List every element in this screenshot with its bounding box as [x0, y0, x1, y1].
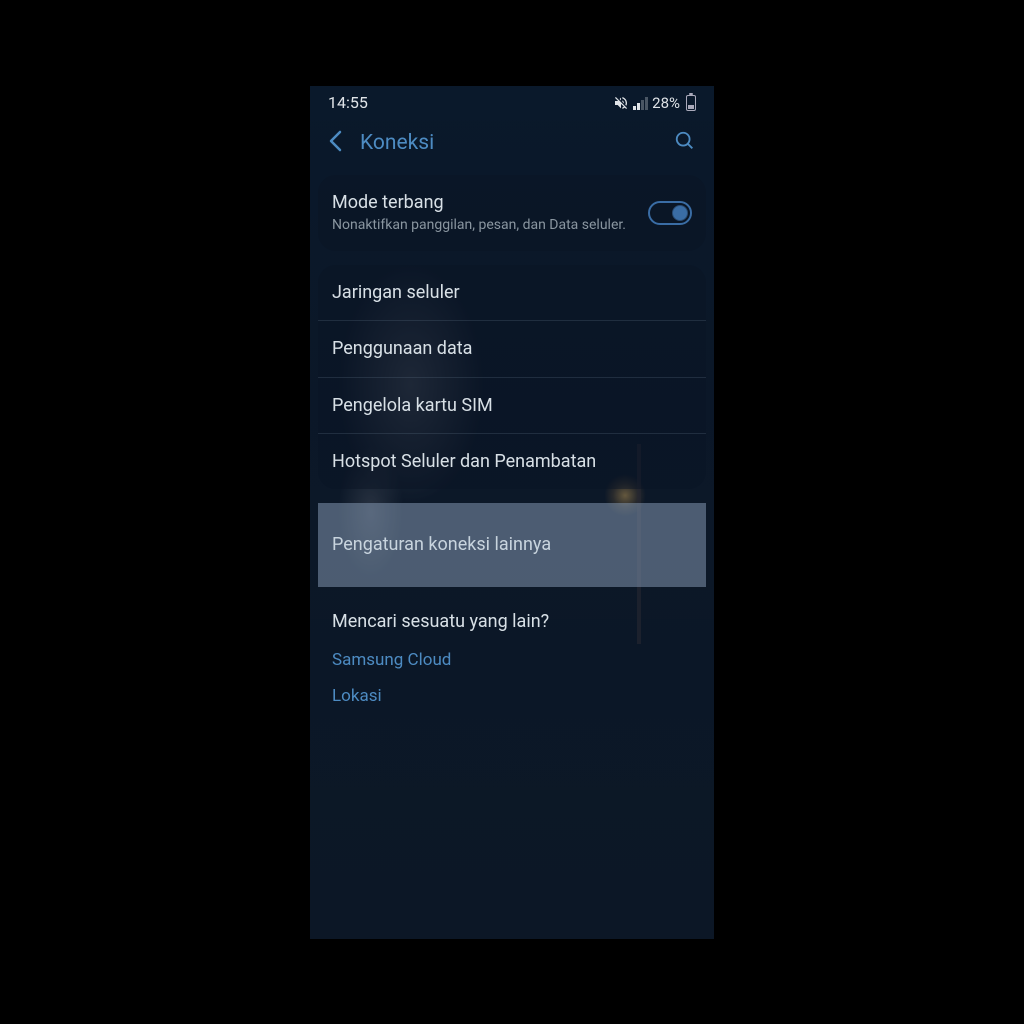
status-time: 14:55 [328, 93, 368, 112]
battery-icon [686, 95, 696, 111]
looking-for-section: Mencari sesuatu yang lain? Samsung Cloud… [310, 601, 714, 732]
looking-for-heading: Mencari sesuatu yang lain? [332, 611, 692, 632]
mute-icon [613, 95, 629, 111]
more-connection-settings-row[interactable]: Pengaturan koneksi lainnya [318, 503, 706, 586]
app-header: Koneksi [310, 116, 714, 175]
row-label: Pengelola kartu SIM [332, 394, 692, 417]
toggle-knob [672, 205, 688, 221]
row-label: Hotspot Seluler dan Penambatan [332, 450, 692, 473]
phone-screen: 14:55 28% Koneksi Mode terbang Nonaktifk… [310, 86, 714, 939]
location-link[interactable]: Lokasi [332, 686, 692, 706]
row-label: Penggunaan data [332, 337, 692, 360]
status-bar: 14:55 28% [310, 86, 714, 116]
airplane-mode-toggle[interactable] [648, 201, 692, 225]
hotspot-tethering-row[interactable]: Hotspot Seluler dan Penambatan [318, 434, 706, 489]
search-button[interactable] [674, 130, 696, 156]
row-label: Jaringan seluler [332, 281, 692, 304]
airplane-mode-subtitle: Nonaktifkan panggilan, pesan, dan Data s… [332, 216, 648, 235]
samsung-cloud-link[interactable]: Samsung Cloud [332, 650, 692, 670]
mobile-networks-row[interactable]: Jaringan seluler [318, 265, 706, 321]
chevron-left-icon [328, 130, 342, 152]
search-icon [674, 130, 696, 152]
status-indicators: 28% [613, 94, 696, 112]
airplane-mode-title: Mode terbang [332, 191, 648, 214]
more-connection-settings-card: Pengaturan koneksi lainnya [318, 503, 706, 586]
data-usage-row[interactable]: Penggunaan data [318, 321, 706, 377]
row-label: Pengaturan koneksi lainnya [332, 533, 692, 556]
battery-percent: 28% [652, 94, 680, 112]
page-title: Koneksi [360, 131, 656, 155]
network-settings-card: Jaringan seluler Penggunaan data Pengelo… [318, 265, 706, 490]
back-button[interactable] [328, 130, 342, 157]
signal-icon [633, 96, 648, 110]
sim-manager-row[interactable]: Pengelola kartu SIM [318, 378, 706, 434]
airplane-mode-row[interactable]: Mode terbang Nonaktifkan panggilan, pesa… [318, 175, 706, 251]
airplane-mode-card: Mode terbang Nonaktifkan panggilan, pesa… [318, 175, 706, 251]
